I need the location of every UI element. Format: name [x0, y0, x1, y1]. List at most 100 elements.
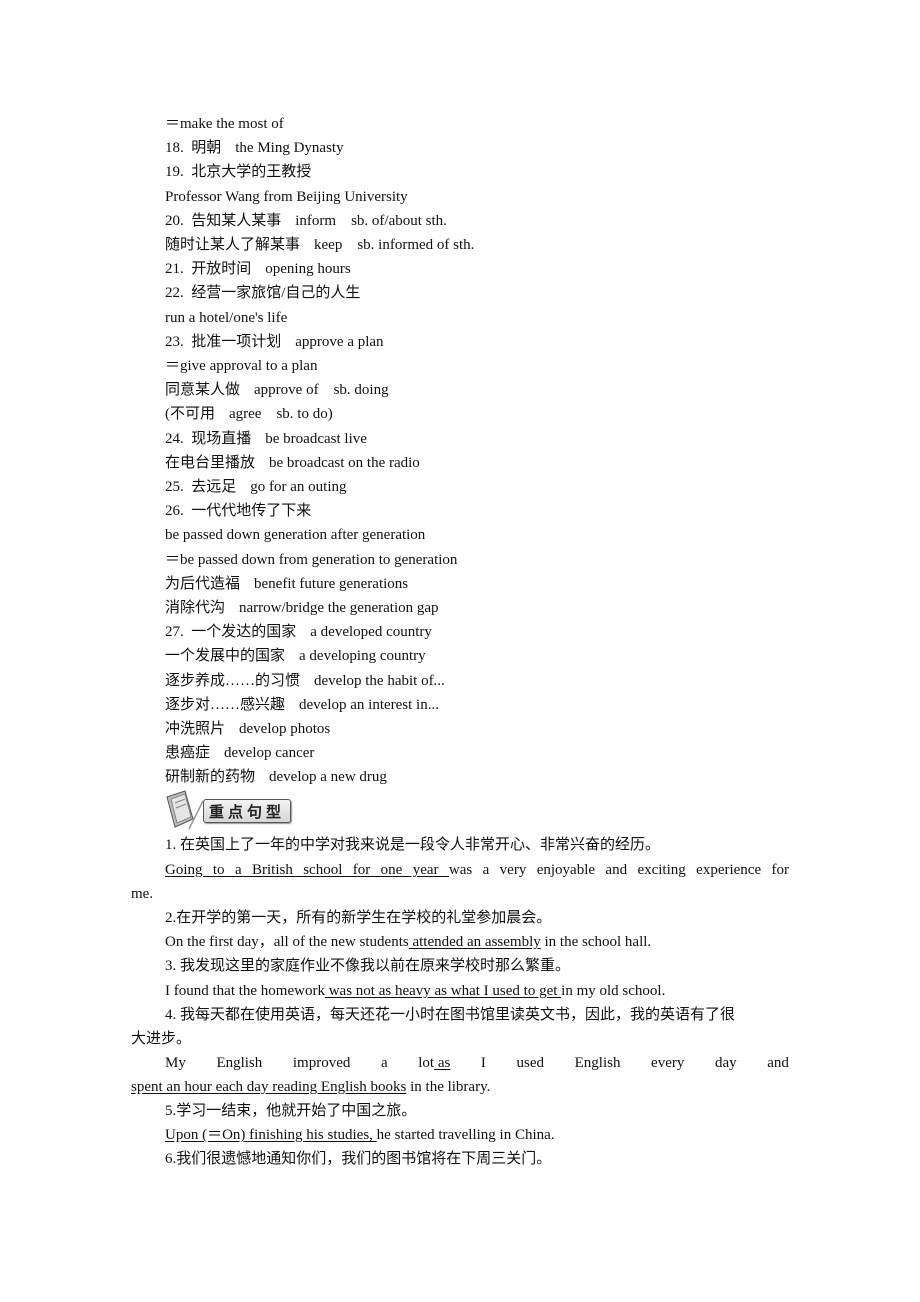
vocab-english: inform sb. of/about sth.	[295, 212, 447, 229]
vocab-english: be passed down generation after generati…	[165, 527, 426, 544]
sentence-1-answer: Going to a British school for one year	[165, 862, 449, 878]
document-page: ＝make the most of 18. 明朝 the Ming Dynasty 1…	[0, 0, 920, 1302]
sentence-1-rest: was a very enjoyable and exciting experi…	[448, 862, 789, 878]
vocab-line: be passed down generation after generati…	[165, 525, 425, 545]
vocab-line: 23. 批准一项计划 approve a plan	[165, 332, 384, 352]
vocab-english: run a hotel/one's life	[165, 309, 288, 326]
vocab-line: 在电台里播放 be broadcast on the radio	[165, 453, 420, 473]
vocab-chinese: 23. 批准一项计划	[165, 333, 282, 350]
sentence-1-continued: me.	[131, 886, 154, 902]
vocab-line: 27. 一个发达的国家 a developed country	[165, 622, 432, 642]
vocab-chinese: 患癌症	[165, 745, 211, 762]
sentence-5-english: Upon (＝On) finishing his studies, he sta…	[165, 1125, 555, 1145]
vocab-line: 同意某人做 approve of sb. doing	[165, 380, 389, 400]
vocab-chinese: 消除代沟	[165, 600, 226, 616]
sentence-4-english: My English improved a lot as Iused English ever…	[165, 1053, 789, 1073]
sentence-3-chinese: 3. 我发现这里的家庭作业不像我以前在原来学校时那么繁重。	[165, 958, 571, 974]
sentence-5-answer: Upon (＝On) finishing his studies,	[165, 1127, 377, 1143]
sentence-4-word: My	[165, 1055, 186, 1071]
vocab-chinese: 逐步养成……的习惯	[165, 672, 301, 689]
vocab-line: Professor Wang from Beijing University	[165, 187, 408, 207]
vocab-english: agree sb. to do)	[229, 406, 333, 423]
vocab-english: develop cancer	[224, 745, 315, 762]
vocab-chinese: 随时让某人了解某事	[165, 237, 301, 253]
vocab-english: narrow/bridge the generation gap	[239, 600, 439, 616]
sentence-3-suffix: in my old school.	[561, 983, 666, 999]
vocab-chinese: 21. 开放时间	[165, 261, 252, 278]
vocab-line: 逐步对……感兴趣 develop an interest in...	[165, 695, 439, 715]
vocab-chinese: 24. 现场直播	[165, 430, 252, 447]
vocab-line: 20. 告知某人某事 inform sb. of/about sth.	[165, 211, 447, 231]
sentence-4-word: I	[480, 1055, 486, 1071]
vocab-chinese: 在电台里播放	[165, 454, 256, 471]
vocab-chinese: 27. 一个发达的国家	[165, 624, 297, 641]
sentence-4-suffix: in the library.	[406, 1079, 491, 1095]
vocab-english: ＝make the most of	[165, 116, 284, 132]
vocab-english: develop an interest in...	[299, 696, 439, 713]
sentence-2-prefix: On the first day，all of the new students	[165, 934, 409, 950]
sentence-4-word: English	[574, 1055, 621, 1071]
sentence-4-answer-2: spent an hour each day reading English b…	[131, 1079, 407, 1095]
vocab-line: 随时让某人了解某事 keep sb. informed of sth.	[165, 235, 474, 255]
vocab-chinese: 同意某人做	[165, 382, 241, 399]
vocab-english: develop the habit of...	[314, 672, 445, 689]
vocab-chinese: 研制新的药物	[165, 769, 256, 786]
vocab-chinese: 26. 一代代地传了下来	[165, 503, 312, 520]
vocab-line: ＝give approval to a plan	[165, 356, 317, 376]
vocab-chinese: 冲洗照片	[165, 721, 226, 737]
sentence-5-chinese: 5.学习一结束，他就开始了中国之旅。	[165, 1103, 417, 1119]
vocab-line: 研制新的药物 develop a new drug	[165, 767, 387, 787]
vocab-english: approve a plan	[295, 333, 384, 350]
sentence-2-answer: attended an assembly	[408, 934, 541, 950]
vocab-chinese: 25. 去远足	[165, 479, 237, 495]
vocab-line: (不可用 agree sb. to do)	[165, 404, 333, 424]
sentence-2-chinese: 2.在开学的第一天，所有的新学生在学校的礼堂参加晨会。	[165, 910, 552, 926]
vocab-chinese: 22. 经营一家旅馆/自己的人生	[165, 285, 361, 302]
vocab-line: ＝make the most of	[165, 114, 284, 134]
vocab-english: ＝give approval to a plan	[165, 358, 318, 374]
sentence-4-answer-1: as	[434, 1055, 451, 1071]
vocab-line: 消除代沟 narrow/bridge the generation gap	[165, 598, 439, 618]
sentence-4-word: day	[714, 1055, 737, 1071]
sentence-4-word: a	[380, 1055, 388, 1071]
sentence-1-chinese: 1. 在英国上了一年的中学对我来说是一段令人非常开心、非常兴奋的经历。	[165, 837, 661, 853]
sentence-4-english-continued: spent an hour each day reading English b…	[131, 1077, 490, 1097]
vocab-line: 18. 明朝 the Ming Dynasty	[165, 138, 344, 158]
vocab-english: a developed country	[310, 624, 432, 641]
vocab-line: 22. 经营一家旅馆/自己的人生	[165, 283, 360, 303]
vocab-line: 为后代造福 benefit future generations	[165, 574, 408, 594]
sentence-4-word: lot	[418, 1055, 435, 1071]
sentence-4-word: improved	[292, 1055, 351, 1071]
sentence-2-suffix: in the school hall.	[540, 934, 652, 950]
sentence-4-word: used	[516, 1055, 545, 1071]
vocab-english: be broadcast live	[265, 430, 367, 447]
section-title: 重点句型	[209, 803, 286, 821]
sentence-4-chinese: 4. 我每天都在使用英语，每天还花一小时在图书馆里读英文书，因此，我的英语有了很	[165, 1007, 736, 1023]
sentence-3-prefix: I found that the homework	[165, 983, 325, 999]
vocab-line: 25. 去远足 go for an outing	[165, 477, 347, 497]
sentence-2-english: On the first day，all of the new students…	[165, 932, 651, 952]
vocab-chinese: 为后代造福	[165, 575, 241, 592]
vocab-english: approve of sb. doing	[254, 382, 389, 399]
vocab-chinese: 18. 明朝	[165, 140, 222, 157]
vocab-chinese: 一个发展中的国家	[165, 648, 286, 665]
vocab-english: go for an outing	[250, 479, 347, 495]
sentence-3-english: I found that the homework was not as hea…	[165, 981, 665, 1001]
vocab-chinese: 20. 告知某人某事	[165, 212, 282, 229]
book-pen-icon	[166, 790, 204, 830]
sentence-5-suffix: he started travelling in China.	[376, 1127, 555, 1143]
vocab-line: 19. 北京大学的王教授	[165, 162, 311, 182]
sentence-3-answer: was not as heavy as what I used to get	[324, 983, 562, 999]
sentence-1-english: Going to a British school for one year w…	[165, 860, 789, 880]
vocab-english: develop photos	[239, 721, 331, 737]
vocab-line: 21. 开放时间 opening hours	[165, 259, 351, 279]
vocab-line: 冲洗照片 develop photos	[165, 719, 330, 739]
sentence-4-word: English	[216, 1055, 263, 1071]
vocab-english: a developing country	[299, 648, 426, 665]
vocab-english: the Ming Dynasty	[235, 140, 344, 157]
vocab-line: ＝be passed down from generation to gener…	[165, 550, 457, 570]
vocab-english: opening hours	[265, 261, 351, 278]
vocab-chinese: 逐步对……感兴趣	[165, 696, 286, 713]
vocab-line: run a hotel/one's life	[165, 308, 287, 328]
vocab-english: be broadcast on the radio	[269, 454, 420, 471]
